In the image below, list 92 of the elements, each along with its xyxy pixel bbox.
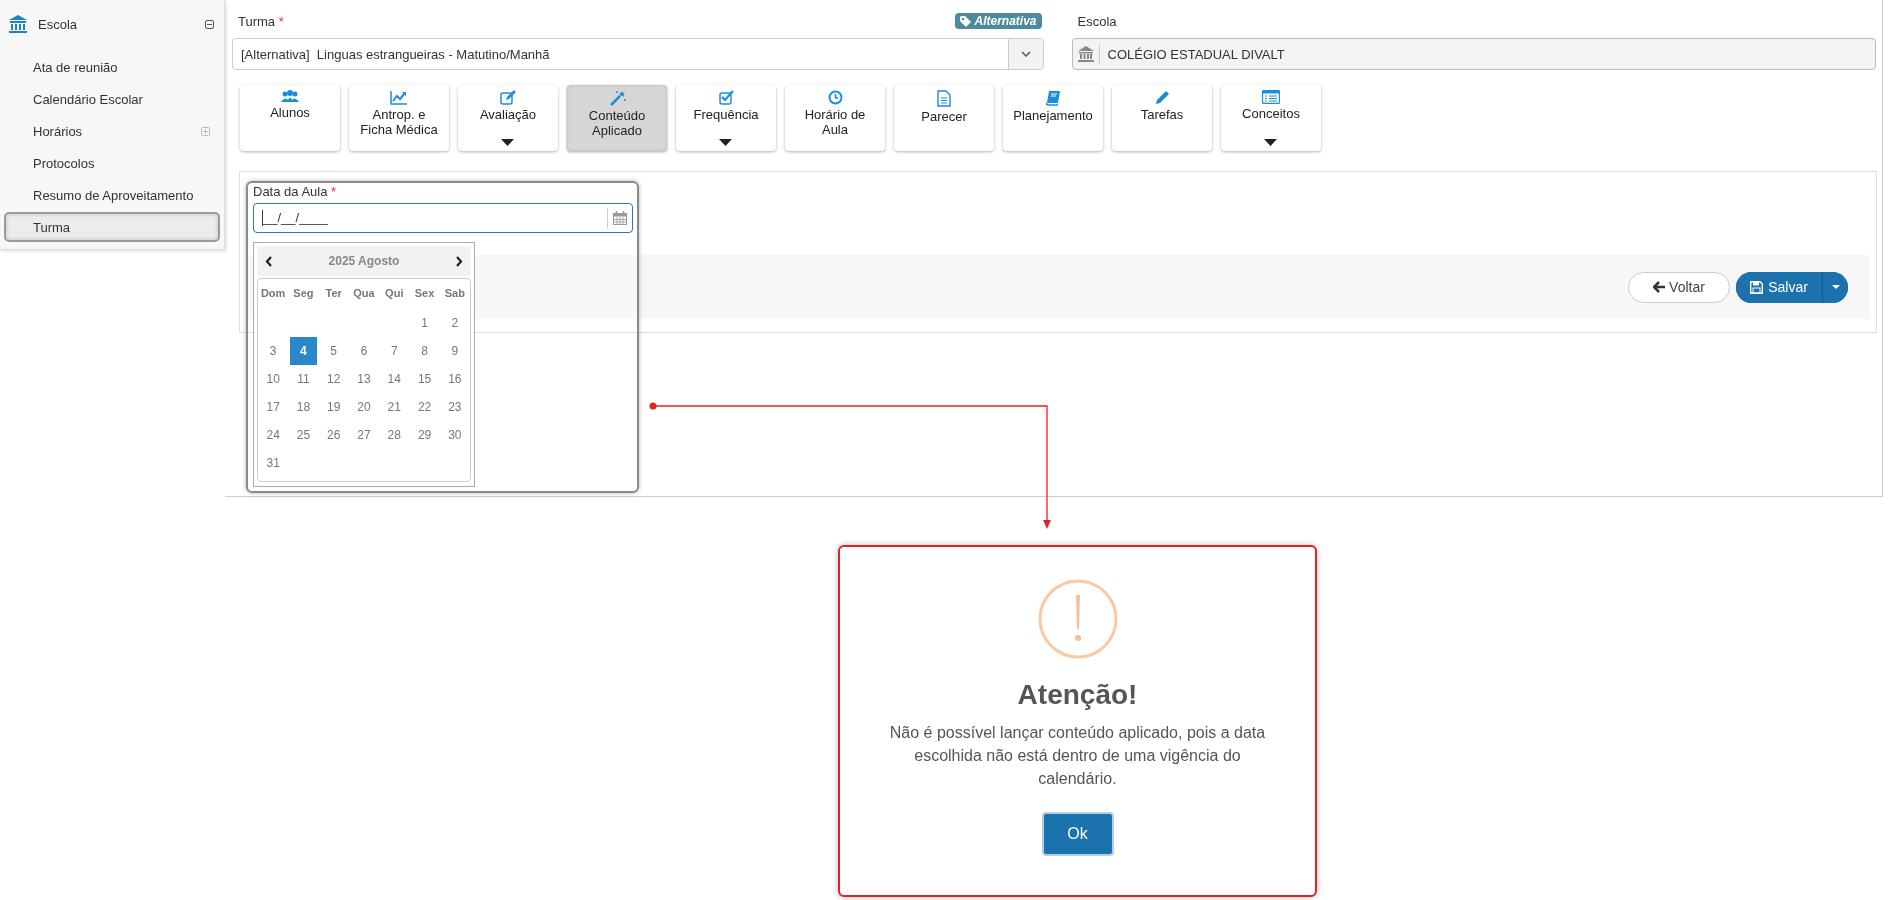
back-button[interactable]: Voltar [1628,271,1730,303]
clock-icon [827,90,843,105]
field-label: Escola [1077,13,1117,29]
document-icon [937,90,951,107]
calendar-day[interactable]: 31 [260,449,287,477]
sidebar-item[interactable]: Protocolos [4,148,220,178]
calendar-day[interactable]: 18 [290,393,317,421]
tab-button[interactable]: Horário de Aula [785,85,885,151]
weekday-label: Dom [259,286,287,301]
tab-button[interactable]: Parecer [894,85,994,151]
calendar-day[interactable]: 8 [411,337,438,365]
weekday-label: Sab [443,286,466,301]
calendar-day[interactable]: 5 [320,337,347,365]
sidebar-item[interactable]: Ata de reunião [4,52,220,82]
dialog-message: Não é possível lançar conteúdo aplicado, pois a data escolhida não está dentro de uma vigência do calendário. [888,723,1267,789]
sidebar-item[interactable]: Resumo de Aproveitamento [4,180,220,210]
class-select[interactable]: [Alternativa] Linguas estrangueiras - Matutino/Manhã [232,38,1044,70]
calendar-day[interactable]: 21 [381,393,408,421]
calendar-icon[interactable] [613,211,627,225]
calendar-day[interactable]: 25 [290,421,317,449]
book-icon [1045,90,1061,106]
users-icon [281,90,299,103]
tab-button[interactable]: Antrop. e Ficha Médica [349,85,449,151]
calendar-day[interactable]: 28 [381,421,408,449]
weekday-label: Ter [324,286,343,301]
warning-icon [1037,579,1118,659]
list-icon [1262,90,1280,104]
calendar-day[interactable]: 26 [320,421,347,449]
month-title: 2025 Agosto [328,254,400,268]
magic-wand-icon [608,90,626,106]
tab-button[interactable]: Avaliação [458,85,558,151]
chevron-right-icon [455,255,463,267]
line-chart-icon [390,90,408,105]
calendar-day[interactable]: 10 [260,365,287,393]
calendar-day[interactable]: 14 [381,365,408,393]
building-icon [8,14,28,34]
arrow-left-icon [1653,281,1666,293]
field-label: Data da Aula * [253,184,338,200]
collapse-icon[interactable] [205,19,214,29]
save-icon [1750,280,1764,294]
chevron-left-icon [265,255,273,267]
school-field: COLÉGIO ESTADUAL DIVALT [1071,38,1876,70]
calendar-day[interactable]: 29 [411,421,438,449]
previous-month-button[interactable] [265,255,273,267]
weekday-label: Sex [413,286,436,301]
calendar-day[interactable]: 15 [411,365,438,393]
chevron-down-icon[interactable] [1020,51,1031,57]
calendar-day[interactable]: 11 [290,365,317,393]
weekday-label: Qua [352,286,376,301]
calendar-day[interactable]: 27 [350,421,378,449]
calendar-day[interactable]: 17 [260,393,287,421]
calendar-day[interactable]: 24 [260,421,287,449]
dialog-title: Atenção! [1017,679,1138,711]
calendar-day[interactable]: 1 [411,309,438,337]
calendar-day[interactable]: 19 [320,393,347,421]
sidebar-item[interactable]: Calendário Escolar [4,84,220,114]
sidebar-item[interactable]: Horários [4,116,220,146]
dropdown-toggle[interactable] [1822,271,1848,303]
calendar-day[interactable]: 4 [290,337,317,365]
tab-button[interactable]: Conteúdo Aplicado [567,85,667,151]
weekday-label: Seg [292,286,315,301]
tab-button[interactable]: Frequência [676,85,776,151]
calendar-day[interactable]: 9 [441,337,468,365]
pencil-icon [1154,90,1170,105]
tab-button[interactable]: Planejamento [1003,85,1103,151]
calendar-day[interactable]: 3 [260,337,287,365]
tab-button[interactable]: Alunos [240,85,340,151]
calendar-day[interactable]: 30 [441,421,468,449]
tag-icon [960,15,972,27]
field-label: Turma * [238,13,284,29]
edit-icon [499,90,517,105]
sidebar-item[interactable]: Turma [4,212,220,242]
sidebar-section[interactable]: Escola [38,16,205,32]
calendar-day[interactable]: 12 [320,365,347,393]
calendar-day[interactable]: 2 [441,309,468,337]
calendar-day[interactable]: 13 [350,365,378,393]
tag-badge: Alternativa [955,13,1042,29]
calendar-day[interactable]: 16 [441,365,468,393]
checkbox-icon [718,90,734,105]
tab-button[interactable]: Tarefas [1112,85,1212,151]
calendar-day[interactable]: 6 [350,337,378,365]
calendar-day[interactable]: 20 [350,393,378,421]
calendar-day[interactable]: 7 [381,337,408,365]
building-icon [1077,46,1094,62]
calendar-day[interactable]: 23 [441,393,468,421]
tab-button[interactable]: Conceitos [1221,85,1321,151]
weekday-label: Qui [384,286,405,301]
date-field[interactable]: __/__/____ [253,203,633,233]
next-month-button[interactable] [455,255,463,267]
ok-button[interactable]: Ok [1041,812,1114,856]
caret-icon [1831,285,1840,289]
calendar-day[interactable]: 22 [411,393,438,421]
